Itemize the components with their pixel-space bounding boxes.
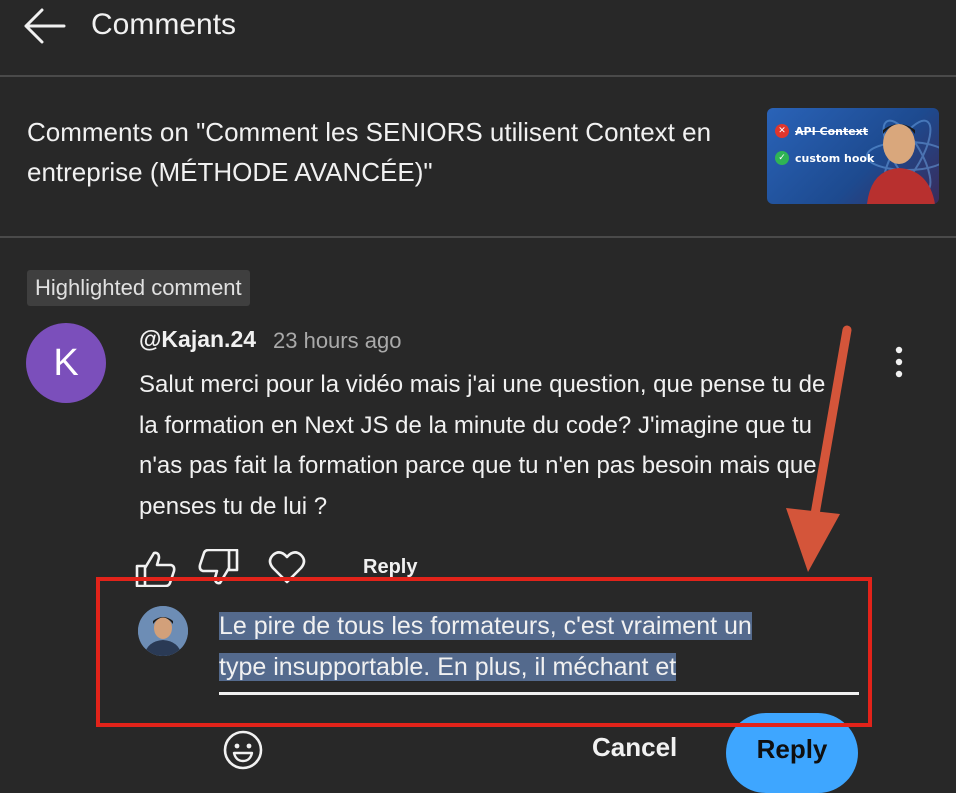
comment-author[interactable]: @Kajan.24: [139, 326, 256, 353]
video-thumbnail[interactable]: ✕ API Context ✓ custom hook: [767, 108, 939, 204]
emoji-icon[interactable]: [222, 729, 264, 771]
back-arrow-icon[interactable]: [22, 8, 66, 44]
check-icon: ✓: [775, 151, 789, 165]
more-vert-icon[interactable]: [884, 344, 914, 384]
cross-icon: ✕: [775, 124, 789, 138]
cancel-button[interactable]: Cancel: [592, 732, 677, 763]
page-title: Comments: [91, 8, 237, 41]
thumbnail-line-2: ✓ custom hook: [775, 151, 874, 165]
comment-text: Salut merci pour la vidéo mais j'ai une …: [139, 371, 826, 520]
avatar[interactable]: K: [26, 323, 106, 403]
video-title[interactable]: Comments on "Comment les SENIORS utilise…: [27, 112, 747, 192]
comment-timestamp[interactable]: 23 hours ago: [273, 328, 401, 354]
reply-link[interactable]: Reply: [363, 556, 417, 579]
thumbnail-line-1: ✕ API Context: [775, 124, 868, 138]
highlight-box-annotation: [96, 577, 872, 727]
highlighted-comment-badge: Highlighted comment: [27, 270, 250, 306]
